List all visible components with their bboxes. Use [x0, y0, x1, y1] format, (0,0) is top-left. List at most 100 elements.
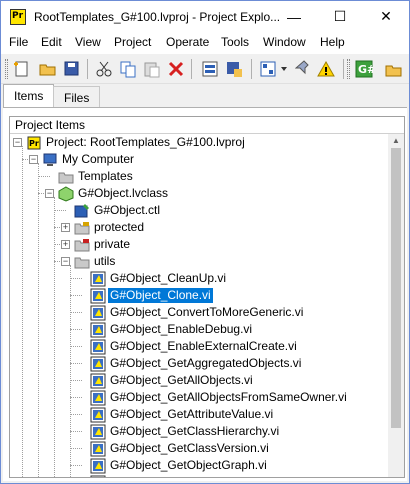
- scroll-up-icon[interactable]: ▲: [388, 134, 404, 148]
- close-button[interactable]: ✕: [363, 1, 409, 32]
- tree-row-label: utils: [94, 254, 116, 268]
- tree-row[interactable]: G#Object_GetAllObjects.vi: [10, 372, 388, 389]
- toolbar-grip[interactable]: [347, 59, 350, 79]
- tree-row[interactable]: − utils: [10, 253, 388, 270]
- collapse-icon[interactable]: −: [13, 138, 22, 147]
- maximize-icon: ☐: [333, 8, 347, 24]
- tree-row[interactable]: G#Object_ConvertToMoreGeneric.vi: [10, 304, 388, 321]
- tree-row[interactable]: + protected: [10, 219, 388, 236]
- vi-icon: [90, 288, 106, 304]
- tree-row[interactable]: − Pr Project: RootTemplates_G#100.lvproj: [10, 134, 388, 151]
- menu-operate[interactable]: Operate: [166, 35, 209, 49]
- tree-row[interactable]: G#Object_GetAttributeValue.vi: [10, 406, 388, 423]
- vi-icon: [90, 407, 106, 423]
- tree-row-label: Project: RootTemplates_G#100.lvproj: [46, 135, 245, 149]
- tree-row[interactable]: G#Object_GetObjectGraph.vi: [10, 457, 388, 474]
- menu-project[interactable]: Project: [114, 35, 151, 49]
- new-icon[interactable]: [13, 60, 31, 78]
- vertical-scrollbar[interactable]: ▲: [388, 134, 404, 477]
- folder-icon: [58, 172, 74, 184]
- build-icon[interactable]: [201, 60, 219, 78]
- pin-icon[interactable]: [295, 60, 313, 78]
- title-bar[interactable]: Pr RootTemplates_G#100.lvproj - Project …: [1, 1, 409, 32]
- vi-icon: [90, 322, 106, 338]
- folder-stack-icon[interactable]: [385, 60, 403, 78]
- folder-icon: [74, 257, 90, 269]
- vi-icon: [90, 441, 106, 457]
- tab-files[interactable]: Files: [53, 86, 101, 108]
- tree-row[interactable]: − My Computer: [10, 151, 388, 168]
- tab-strip: Items Files: [1, 84, 409, 108]
- vi-icon: [90, 373, 106, 389]
- tab-items[interactable]: Items: [3, 84, 55, 108]
- open-folder-icon[interactable]: [39, 60, 57, 78]
- menu-edit[interactable]: Edit: [41, 35, 62, 49]
- menu-tools[interactable]: Tools: [221, 35, 249, 49]
- expand-icon[interactable]: +: [61, 223, 70, 232]
- gsharp-icon[interactable]: G#: [355, 60, 373, 78]
- minimize-button[interactable]: —: [271, 1, 317, 32]
- minimize-icon: —: [287, 8, 301, 25]
- toolbar-grip[interactable]: [5, 59, 8, 79]
- class-icon: [58, 186, 74, 202]
- tree-connector: [70, 465, 82, 466]
- tree-row[interactable]: G#Object_Clone.vi: [10, 287, 388, 304]
- tree-row[interactable]: G#Object_GetOwner.vi: [10, 474, 388, 477]
- vi-icon: [90, 339, 106, 355]
- menu-file[interactable]: File: [9, 35, 28, 49]
- tree-row-label: protected: [94, 220, 145, 234]
- tree-column-header[interactable]: Project Items: [10, 117, 404, 134]
- tree-connector: [70, 380, 82, 381]
- tree-row[interactable]: − G#Object.lvclass: [10, 185, 388, 202]
- tree-row-label: G#Object_EnableDebug.vi: [110, 322, 253, 336]
- tree-rows: − Pr Project: RootTemplates_G#100.lvproj − M…: [10, 134, 388, 477]
- tree-row[interactable]: G#Object_GetAllObjectsFromSameOwner.vi: [10, 389, 388, 406]
- control-icon: [74, 204, 89, 218]
- tree-row[interactable]: G#Object_GetClassHierarchy.vi: [10, 423, 388, 440]
- expand-icon[interactable]: +: [61, 240, 70, 249]
- close-icon: ✕: [380, 8, 392, 24]
- vi-icon: [90, 271, 106, 287]
- tree-row[interactable]: G#Object_GetClassVersion.vi: [10, 440, 388, 457]
- collapse-icon[interactable]: −: [61, 257, 70, 266]
- menu-window[interactable]: Window: [263, 35, 306, 49]
- project-icon: Pr: [27, 136, 41, 150]
- tree-row-label: G#Object_GetAllObjectsFromSameOwner.vi: [110, 390, 347, 404]
- tree-connector: [70, 295, 82, 296]
- folder-private-icon: [74, 239, 90, 252]
- collapse-icon[interactable]: −: [45, 189, 54, 198]
- toolbar-separator: [343, 59, 344, 79]
- chevron-down-icon[interactable]: [279, 60, 289, 78]
- copy-icon[interactable]: [119, 60, 137, 78]
- collapse-icon[interactable]: −: [29, 155, 38, 164]
- tree-row[interactable]: G#Object.ctl: [10, 202, 388, 219]
- project-explorer-window: Pr RootTemplates_G#100.lvproj - Project …: [0, 0, 410, 484]
- tree-row[interactable]: G#Object_EnableDebug.vi: [10, 321, 388, 338]
- cut-icon[interactable]: [95, 60, 113, 78]
- menu-bar: File Edit View Project Operate Tools Win…: [1, 32, 409, 54]
- paste-icon[interactable]: [143, 60, 161, 78]
- tree-row[interactable]: Templates: [10, 168, 388, 185]
- save-build-icon[interactable]: [225, 60, 243, 78]
- vi-icon: [90, 475, 106, 477]
- tree-row-label: G#Object.ctl: [94, 203, 161, 217]
- maximize-button[interactable]: ☐: [317, 1, 363, 32]
- tree-connector: [70, 397, 82, 398]
- delete-icon[interactable]: [167, 60, 185, 78]
- scrollbar-thumb[interactable]: [391, 148, 401, 428]
- computer-icon: [43, 153, 57, 166]
- view-options-icon[interactable]: [259, 60, 277, 78]
- project-tree[interactable]: Project Items − Pr Project: RootTemplates_…: [9, 116, 405, 478]
- warning-icon[interactable]: [317, 60, 335, 78]
- tree-row-label: Templates: [78, 169, 133, 183]
- tree-row[interactable]: + private: [10, 236, 388, 253]
- save-all-icon[interactable]: [63, 60, 81, 78]
- tree-connector: [70, 431, 82, 432]
- menu-view[interactable]: View: [75, 35, 101, 49]
- tree-row[interactable]: G#Object_GetAggregatedObjects.vi: [10, 355, 388, 372]
- vi-icon: [90, 356, 106, 372]
- tree-connector: [70, 278, 82, 279]
- tree-row[interactable]: G#Object_EnableExternalCreate.vi: [10, 338, 388, 355]
- tree-row[interactable]: G#Object_CleanUp.vi: [10, 270, 388, 287]
- menu-help[interactable]: Help: [320, 35, 345, 49]
